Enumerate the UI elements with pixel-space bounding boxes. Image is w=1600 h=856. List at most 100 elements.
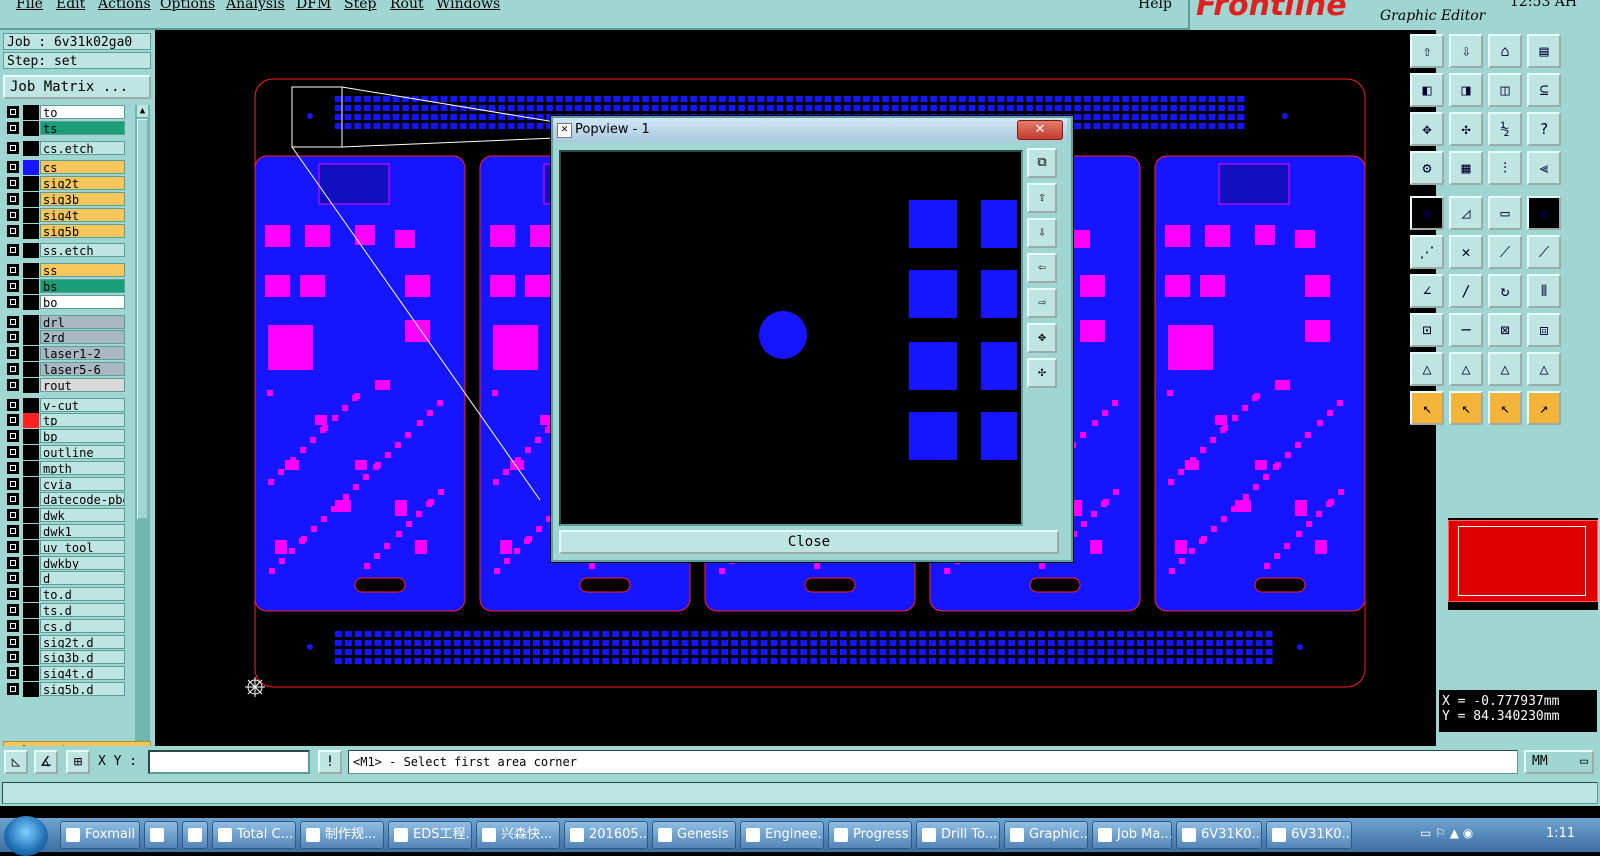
delete-icon[interactable]: ✕ bbox=[1449, 235, 1483, 269]
layer-color-swatch[interactable] bbox=[23, 508, 39, 524]
layer-checkbox[interactable] bbox=[7, 493, 19, 506]
layer-color-swatch[interactable] bbox=[23, 192, 39, 207]
rotate-icon[interactable]: ⊆ bbox=[1527, 73, 1561, 107]
layer-row[interactable]: 2rd bbox=[5, 330, 125, 346]
layer-color-swatch[interactable] bbox=[23, 294, 39, 310]
layer-checkbox[interactable] bbox=[7, 315, 19, 328]
layer-row[interactable]: ts.d bbox=[5, 603, 125, 618]
layer-row[interactable]: bo bbox=[5, 294, 125, 310]
layer-checkbox[interactable] bbox=[7, 224, 19, 237]
zoom-center-icon[interactable]: ✣ bbox=[1449, 112, 1483, 146]
layer-checkbox[interactable] bbox=[7, 667, 19, 680]
layer-row[interactable]: sig2t.d bbox=[5, 634, 125, 650]
layer-checkbox[interactable] bbox=[7, 106, 19, 118]
layer-checkbox[interactable] bbox=[7, 509, 19, 522]
layer-color-swatch[interactable] bbox=[23, 362, 39, 377]
layer-checkbox[interactable] bbox=[7, 540, 19, 553]
pan-left-icon[interactable]: ◧ bbox=[1410, 73, 1444, 107]
layer-color-swatch[interactable] bbox=[23, 539, 39, 555]
layer-color-swatch[interactable] bbox=[23, 634, 39, 650]
layer-checkbox[interactable] bbox=[7, 525, 19, 537]
taskbar-button[interactable]: Drill To... bbox=[916, 821, 1000, 849]
layer-checkbox[interactable] bbox=[7, 619, 19, 632]
layer-checkbox[interactable] bbox=[7, 161, 19, 174]
help-icon[interactable]: ? bbox=[1527, 112, 1561, 146]
taskbar-button[interactable]: 6V31K0... bbox=[1176, 821, 1262, 849]
layer-row[interactable]: mpth bbox=[5, 460, 125, 476]
layer-row[interactable]: laser1-2 bbox=[5, 346, 125, 362]
layer-color-swatch[interactable] bbox=[23, 160, 39, 176]
layer-checkbox[interactable] bbox=[7, 477, 19, 490]
select2-icon[interactable]: ↖ bbox=[1488, 391, 1522, 425]
layer-color-swatch[interactable] bbox=[23, 603, 39, 618]
layer-row[interactable]: sig5b.d bbox=[5, 682, 125, 697]
box-icon[interactable]: ⊠ bbox=[1488, 313, 1522, 347]
slash-icon[interactable]: ∕ bbox=[1449, 274, 1483, 308]
layer-color-swatch[interactable] bbox=[23, 243, 39, 259]
layer-scrollbar[interactable]: ▲ ▼ bbox=[135, 105, 150, 753]
layer-row[interactable]: sig4t bbox=[5, 207, 125, 223]
taskbar-button[interactable]: 201605... bbox=[564, 821, 648, 849]
taskbar-button[interactable]: Progress bbox=[828, 821, 912, 849]
menu-options[interactable]: Options bbox=[160, 0, 215, 12]
layer-color-swatch[interactable] bbox=[23, 105, 39, 120]
layer-checkbox[interactable] bbox=[7, 177, 19, 190]
layer-color-swatch[interactable] bbox=[23, 377, 39, 393]
layer-row[interactable]: uv_tool bbox=[5, 539, 125, 555]
layer-row[interactable]: dwk bbox=[5, 508, 125, 524]
pan-right-icon[interactable]: ◨ bbox=[1449, 73, 1483, 107]
layer-checkbox[interactable] bbox=[7, 141, 19, 154]
layer-checkbox[interactable] bbox=[7, 331, 19, 344]
layout-icon[interactable]: ▤ bbox=[1527, 34, 1561, 68]
net2-icon[interactable]: ⫷ bbox=[1527, 151, 1561, 185]
layer-checkbox[interactable] bbox=[7, 378, 19, 391]
job-matrix-button[interactable]: Job Matrix ... bbox=[3, 75, 151, 99]
zoom-home-icon[interactable]: ⇧ bbox=[1410, 34, 1444, 68]
minimap[interactable] bbox=[1448, 518, 1598, 610]
layer-checkbox[interactable] bbox=[7, 295, 19, 308]
layer-color-swatch[interactable] bbox=[23, 314, 39, 330]
snap-icon[interactable]: ◺ bbox=[4, 750, 28, 774]
pan-up-icon[interactable]: ⇧ bbox=[1027, 183, 1057, 213]
layer-checkbox[interactable] bbox=[7, 347, 19, 360]
zoom-out-icon[interactable]: ✣ bbox=[1027, 358, 1057, 388]
zoom-fit-icon[interactable]: ⧉ bbox=[1027, 148, 1057, 178]
layer-color-swatch[interactable] bbox=[23, 524, 39, 539]
layer-color-swatch[interactable] bbox=[23, 618, 39, 634]
menu-rout[interactable]: Rout bbox=[390, 0, 424, 12]
taskbar-button[interactable]: 6V31K0... bbox=[1266, 821, 1352, 849]
close-icon[interactable]: ✕ bbox=[1017, 120, 1063, 140]
home-icon[interactable]: ⌂ bbox=[1488, 34, 1522, 68]
draw-arc-icon[interactable]: ⟋ bbox=[1527, 235, 1561, 269]
layer-row[interactable]: d bbox=[5, 571, 125, 587]
layer-row[interactable]: datecode-pbe bbox=[5, 492, 125, 508]
taskbar-button[interactable]: Enginee... bbox=[740, 821, 824, 849]
layer-color-swatch[interactable] bbox=[23, 429, 39, 445]
pointer-icon[interactable]: ↖ bbox=[1410, 391, 1444, 425]
layer-checkbox[interactable] bbox=[7, 683, 19, 695]
taskbar-button[interactable]: Graphic... bbox=[1004, 821, 1088, 849]
layer-checkbox[interactable] bbox=[7, 588, 19, 601]
layer-color-swatch[interactable] bbox=[23, 279, 39, 294]
layer-color-swatch[interactable] bbox=[23, 682, 39, 697]
layer-color-swatch[interactable] bbox=[23, 207, 39, 223]
layer-color-swatch[interactable] bbox=[23, 460, 39, 476]
taskbar-button[interactable]: 兴森快... bbox=[476, 821, 560, 849]
layer-checkbox[interactable] bbox=[7, 635, 19, 648]
layer-row[interactable]: cs bbox=[5, 160, 125, 176]
layer-checkbox[interactable] bbox=[7, 193, 19, 205]
taskbar-button[interactable]: Genesis bbox=[652, 821, 736, 849]
units-dropdown[interactable]: MM ▭ bbox=[1524, 750, 1594, 774]
route-icon[interactable]: ⋰ bbox=[1410, 235, 1444, 269]
triangle2-icon[interactable]: △ bbox=[1449, 352, 1483, 386]
layer-row[interactable]: tp bbox=[5, 413, 125, 429]
layer-color-swatch[interactable] bbox=[23, 397, 39, 413]
layer-row[interactable]: sig2t bbox=[5, 176, 125, 192]
menu-analysis[interactable]: Analysis bbox=[226, 0, 285, 12]
layer-row[interactable]: sig4t.d bbox=[5, 666, 125, 682]
menu-edit[interactable]: Edit bbox=[56, 0, 85, 12]
menu-dfm[interactable]: DFM bbox=[296, 0, 331, 12]
menu-file[interactable]: File bbox=[16, 0, 43, 12]
close-button[interactable]: Close bbox=[559, 530, 1059, 554]
layer-row[interactable]: to bbox=[5, 105, 125, 120]
